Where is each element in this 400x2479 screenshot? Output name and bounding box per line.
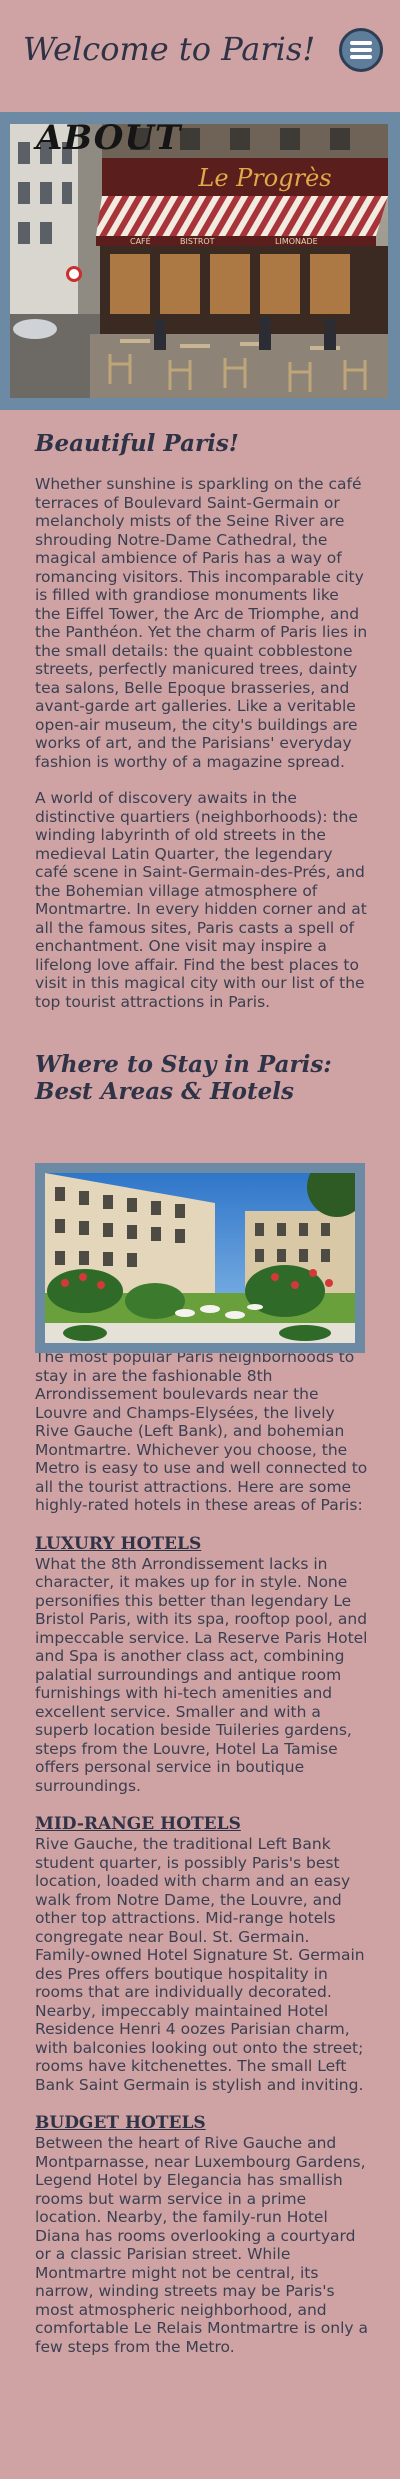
stay-intro-paragraph: The most popular Paris neighborhoods to … [35,1348,368,1514]
hotel-courtyard-photo [45,1173,355,1343]
intro-paragraph-2: A world of discovery awaits in the disti… [35,789,367,1011]
main-content: Beautiful Paris! Whether sunshine is spa… [35,430,368,2356]
site-title: Welcome to Paris! [22,30,316,68]
where-to-stay-heading-line2: Best Areas & Hotels [35,1078,294,1105]
awning-text-right: LIMONADE [275,237,318,246]
cafe-sign-text: Le Progrès [197,164,331,192]
menu-icon-bar [350,41,372,45]
luxury-hotels-text: What the 8th Arrondissement lacks in cha… [35,1554,368,1795]
awning-text-mid: BISTROT [180,237,215,246]
site-header: Welcome to Paris! [0,0,400,100]
intro-paragraph-1: Whether sunshine is sparkling on the caf… [35,475,368,771]
about-heading: ABOUT [36,118,182,158]
cafe-photo: Le Progrès CAFÉ BISTROT LIMONADE [10,124,388,398]
beautiful-paris-heading: Beautiful Paris! [35,430,239,457]
menu-icon-bar [350,55,372,59]
where-to-stay-heading: Where to Stay in Paris: Best Areas & Hot… [35,1051,368,1105]
midrange-hotels-text: Rive Gauche, the traditional Left Bank s… [35,1835,365,2094]
awning-text-left: CAFÉ [130,235,151,246]
hotel-photo-frame [35,1163,365,1353]
menu-icon-bar [350,48,372,52]
hamburger-menu-button[interactable] [339,28,383,72]
budget-hotels-heading: BUDGET HOTELS [35,2113,206,2133]
midrange-hotels-heading: MID-RANGE HOTELS [35,1814,241,1834]
luxury-hotels-heading: LUXURY HOTELS [35,1533,202,1554]
budget-hotels-text: Between the heart of Rive Gauche and Mon… [35,2134,368,2356]
where-to-stay-heading-line1: Where to Stay in Paris: [35,1051,332,1078]
